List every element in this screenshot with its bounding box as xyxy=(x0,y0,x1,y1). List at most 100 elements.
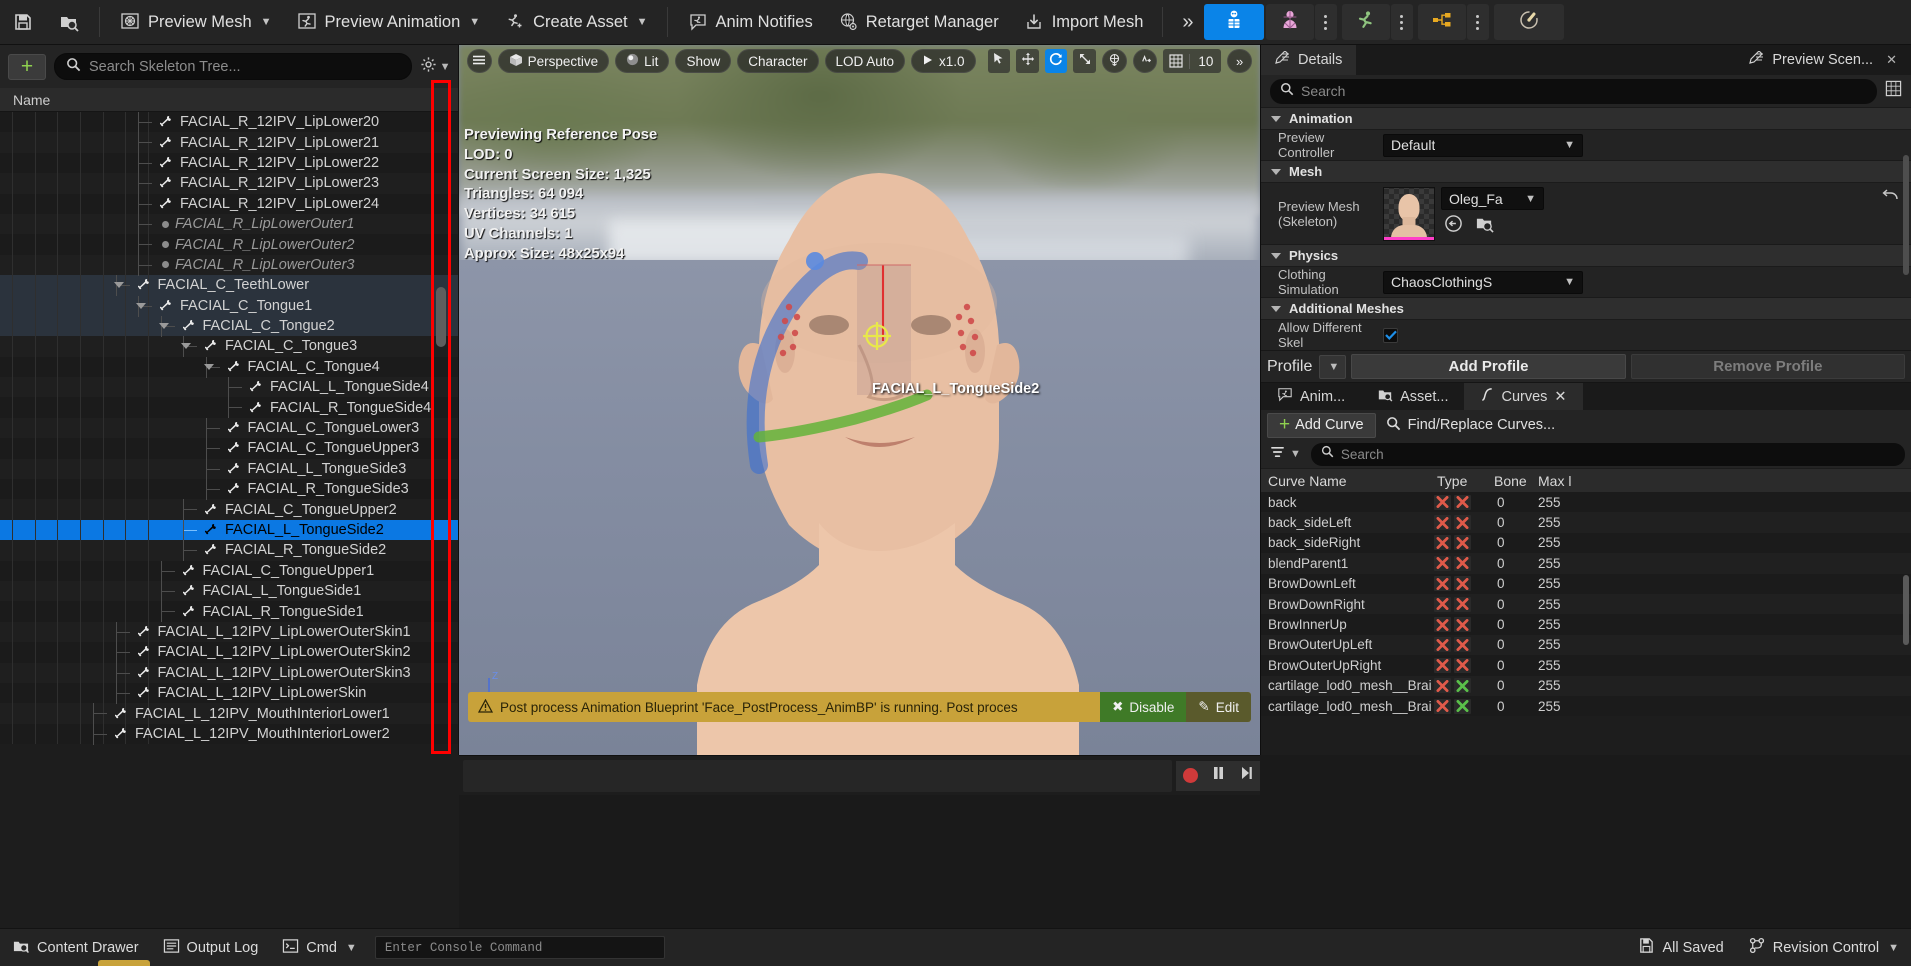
table-row[interactable]: FACIAL_C_TongueLower3 xyxy=(0,418,458,438)
curve-disabled-icon[interactable] xyxy=(1434,515,1451,530)
preview-mesh-thumbnail[interactable] xyxy=(1383,187,1435,241)
rotate-tool-button[interactable] xyxy=(1045,49,1068,73)
viewport-show-button[interactable]: Show xyxy=(675,49,731,73)
disable-post-process-button[interactable]: ✖ Disable xyxy=(1100,692,1186,722)
viewport-expand-button[interactable]: » xyxy=(1227,49,1252,73)
table-row[interactable]: FACIAL_L_12IPV_LipLowerOuterSkin3 xyxy=(0,663,458,683)
toolbar-overflow-button[interactable]: » xyxy=(1170,11,1202,34)
table-row[interactable]: FACIAL_L_12IPV_LipLowerOuterSkin2 xyxy=(0,642,458,662)
table-row[interactable]: FACIAL_R_TongueSide3 xyxy=(0,479,458,499)
tab-details[interactable]: Details xyxy=(1261,45,1356,75)
table-row[interactable]: back_sideRight0255 xyxy=(1261,533,1911,553)
curve-filter-button[interactable]: ▼ xyxy=(1267,443,1304,466)
mesh-mode-button[interactable] xyxy=(1266,4,1314,40)
retarget-manager-button[interactable]: Retarget Manager xyxy=(826,4,1010,40)
curve-morph-icon[interactable] xyxy=(1454,658,1471,673)
revision-control-button[interactable]: Revision Control ▼ xyxy=(1736,929,1911,966)
mesh-mode-options-button[interactable] xyxy=(1315,4,1337,40)
table-row[interactable]: FACIAL_C_TongueUpper3 xyxy=(0,438,458,458)
table-row[interactable]: back_sideLeft0255 xyxy=(1261,512,1911,532)
table-row[interactable]: FACIAL_L_12IPV_LipLowerOuterSkin1 xyxy=(0,622,458,642)
reset-to-default-icon[interactable] xyxy=(1881,187,1903,208)
physics-mode-button[interactable] xyxy=(1494,4,1564,40)
table-row[interactable]: FACIAL_C_Tongue3 xyxy=(0,336,458,356)
section-animation[interactable]: Animation xyxy=(1261,107,1911,129)
table-row[interactable]: FACIAL_L_12IPV_MouthInteriorLower2 xyxy=(0,724,458,744)
preview-animation-button[interactable]: Preview Animation ▼ xyxy=(285,4,492,40)
viewport-lit-button[interactable]: Lit xyxy=(615,49,669,73)
curve-disabled-icon[interactable] xyxy=(1434,535,1451,550)
add-curve-button[interactable]: + Add Curve xyxy=(1267,413,1376,438)
curve-morph-icon[interactable] xyxy=(1454,678,1471,693)
step-forward-button[interactable] xyxy=(1232,761,1260,791)
table-row[interactable]: FACIAL_R_TongueSide1 xyxy=(0,601,458,621)
curve-morph-icon[interactable] xyxy=(1454,515,1471,530)
curve-morph-icon[interactable] xyxy=(1454,699,1471,714)
graph-mode-button[interactable] xyxy=(1418,4,1466,40)
viewport-lod-button[interactable]: LOD Auto xyxy=(825,49,906,73)
browse-button[interactable] xyxy=(47,4,91,40)
browse-to-asset-icon[interactable] xyxy=(1475,214,1494,238)
animation-mode-options-button[interactable] xyxy=(1391,4,1413,40)
curve-disabled-icon[interactable] xyxy=(1434,637,1451,652)
section-additional-meshes[interactable]: Additional Meshes xyxy=(1261,297,1911,319)
add-bone-button[interactable]: + xyxy=(8,54,46,80)
snap-rotation-button[interactable] xyxy=(1133,49,1158,73)
table-row[interactable]: blendParent10255 xyxy=(1261,553,1911,573)
table-row[interactable]: BrowOuterUpLeft0255 xyxy=(1261,635,1911,655)
curve-disabled-icon[interactable] xyxy=(1434,495,1451,510)
table-row[interactable]: FACIAL_L_TongueSide3 xyxy=(0,459,458,479)
table-row[interactable]: FACIAL_R_LipLowerOuter3 xyxy=(0,255,458,275)
details-search-box[interactable] xyxy=(1270,79,1877,104)
table-row[interactable]: BrowDownRight0255 xyxy=(1261,594,1911,614)
tree-expander-icon[interactable] xyxy=(136,303,146,309)
table-row[interactable]: FACIAL_C_TongueUpper1 xyxy=(0,561,458,581)
curve-morph-icon[interactable] xyxy=(1454,637,1471,652)
use-selected-asset-icon[interactable] xyxy=(1444,214,1463,238)
curve-morph-icon[interactable] xyxy=(1454,576,1471,591)
select-tool-button[interactable] xyxy=(988,49,1011,73)
section-mesh[interactable]: Mesh xyxy=(1261,160,1911,182)
curve-disabled-icon[interactable] xyxy=(1434,576,1451,591)
close-icon[interactable]: ✕ xyxy=(1554,389,1566,405)
table-row[interactable]: back0255 xyxy=(1261,492,1911,512)
world-space-button[interactable] xyxy=(1102,49,1127,73)
curves-table-body[interactable]: back0255back_sideLeft0255back_sideRight0… xyxy=(1261,492,1911,716)
animation-mode-button[interactable] xyxy=(1342,4,1390,40)
viewport-character-button[interactable]: Character xyxy=(737,49,818,73)
all-saved-button[interactable]: All Saved xyxy=(1625,929,1735,966)
table-row[interactable]: BrowInnerUp0255 xyxy=(1261,614,1911,634)
curve-morph-icon[interactable] xyxy=(1454,495,1471,510)
curve-disabled-icon[interactable] xyxy=(1434,678,1451,693)
preview-controller-combo[interactable]: Default ▼ xyxy=(1383,134,1583,157)
allow-different-skeletons-checkbox[interactable] xyxy=(1383,328,1398,343)
curve-morph-icon[interactable] xyxy=(1454,597,1471,612)
find-replace-curves-button[interactable]: Find/Replace Curves... xyxy=(1386,416,1555,435)
table-row[interactable]: FACIAL_C_Tongue1 xyxy=(0,296,458,316)
curve-disabled-icon[interactable] xyxy=(1434,617,1451,632)
viewport-perspective-button[interactable]: Perspective xyxy=(498,49,610,73)
curve-disabled-icon[interactable] xyxy=(1434,658,1451,673)
add-profile-button[interactable]: Add Profile xyxy=(1351,354,1625,379)
close-icon[interactable]: ✕ xyxy=(1886,52,1897,68)
console-command-input[interactable]: Enter Console Command xyxy=(375,936,665,959)
create-asset-button[interactable]: Create Asset ▼ xyxy=(493,4,658,40)
grid-snap-control[interactable]: 10 xyxy=(1163,49,1221,73)
table-row[interactable]: FACIAL_R_12IPV_LipLower20 xyxy=(0,112,458,132)
table-row[interactable]: FACIAL_C_TeethLower xyxy=(0,275,458,295)
tab-asset[interactable]: Asset... xyxy=(1361,383,1464,410)
table-row[interactable]: BrowOuterUpRight0255 xyxy=(1261,655,1911,675)
skeleton-mode-button[interactable] xyxy=(1204,4,1264,40)
skeleton-search-box[interactable] xyxy=(54,53,412,80)
details-search-input[interactable] xyxy=(1301,83,1867,99)
tree-expander-icon[interactable] xyxy=(159,323,169,329)
tree-expander-icon[interactable] xyxy=(181,343,191,349)
curves-scrollbar-thumb[interactable] xyxy=(1903,575,1909,645)
table-row[interactable]: FACIAL_R_12IPV_LipLower22 xyxy=(0,153,458,173)
table-row[interactable]: FACIAL_C_Tongue4 xyxy=(0,357,458,377)
grid-size-value[interactable]: 10 xyxy=(1189,54,1221,69)
preview-mesh-combo[interactable]: Oleg_Fa ▼ xyxy=(1441,187,1544,210)
table-row[interactable]: FACIAL_R_12IPV_LipLower24 xyxy=(0,194,458,214)
curve-morph-icon[interactable] xyxy=(1454,556,1471,571)
table-row[interactable]: FACIAL_C_TongueUpper2 xyxy=(0,499,458,519)
